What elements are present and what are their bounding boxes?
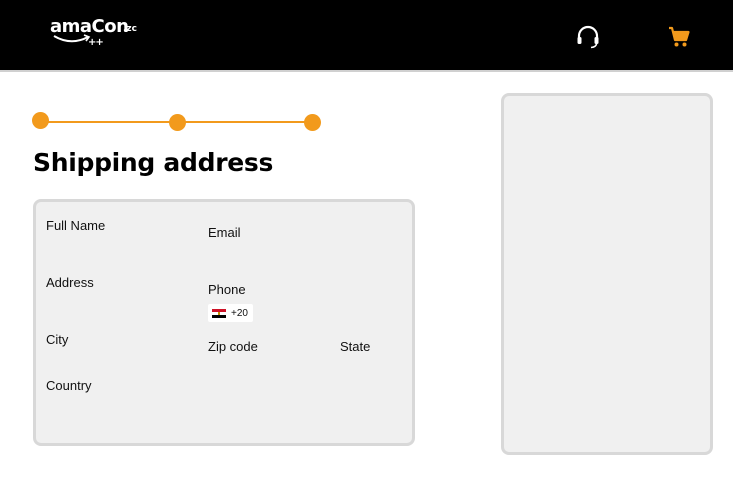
shipping-form: Full Name Email Address Phone +20 City Z… [33, 199, 415, 446]
country-label: Country [46, 378, 92, 393]
page-title: Shipping address [33, 148, 274, 177]
phone-dial-code: +20 [231, 307, 248, 319]
egypt-flag-icon [212, 308, 226, 318]
full-name-label: Full Name [46, 218, 106, 233]
state-label: State [340, 339, 371, 354]
stepper-connector-1 [41, 121, 177, 123]
phone-country-code-select[interactable]: +20 [208, 304, 253, 322]
amacon-logo[interactable]: amaCon .zc ++ [50, 16, 140, 52]
city-label: City [46, 332, 69, 347]
checkout-stepper [32, 112, 324, 132]
headset-icon[interactable] [575, 24, 601, 50]
logo-suffix: .zc [123, 24, 137, 34]
step-1-dot[interactable] [32, 112, 49, 129]
address-label: Address [46, 275, 94, 290]
phone-label: Phone [208, 282, 246, 297]
step-2-dot[interactable] [169, 114, 186, 131]
header-divider [0, 70, 733, 72]
top-navigation-bar: amaCon .zc ++ [0, 0, 733, 70]
zip-code-label: Zip code [208, 339, 258, 354]
stepper-connector-2 [177, 121, 313, 123]
email-label: Email [208, 225, 241, 240]
logo-smile-icon [53, 34, 91, 43]
step-3-dot[interactable] [304, 114, 321, 131]
order-summary-panel [501, 93, 713, 455]
logo-plus: ++ [88, 37, 104, 48]
cart-icon[interactable] [667, 25, 691, 49]
